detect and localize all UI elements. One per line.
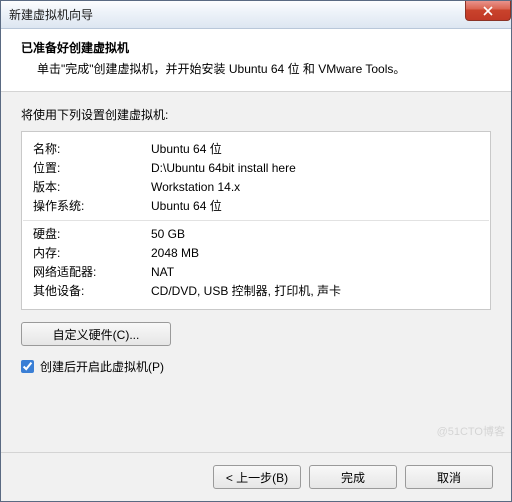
label-name: 名称: <box>33 140 151 159</box>
label-memory: 内存: <box>33 244 151 263</box>
row-version: 版本:Workstation 14.x <box>23 178 489 197</box>
value-location: D:\Ubuntu 64bit install here <box>151 159 479 178</box>
row-location: 位置:D:\Ubuntu 64bit install here <box>23 159 489 178</box>
titlebar: 新建虚拟机向导 <box>1 1 511 29</box>
finish-button[interactable]: 完成 <box>309 465 397 489</box>
wizard-window: 新建虚拟机向导 已准备好创建虚拟机 单击"完成"创建虚拟机，并开始安装 Ubun… <box>0 0 512 502</box>
back-button[interactable]: < 上一步(B) <box>213 465 301 489</box>
cancel-button[interactable]: 取消 <box>405 465 493 489</box>
wizard-body: 将使用下列设置创建虚拟机: 名称:Ubuntu 64 位 位置:D:\Ubunt… <box>1 92 511 453</box>
label-disk: 硬盘: <box>33 225 151 244</box>
label-location: 位置: <box>33 159 151 178</box>
label-other: 其他设备: <box>33 282 151 301</box>
window-title: 新建虚拟机向导 <box>9 6 93 23</box>
value-memory: 2048 MB <box>151 244 479 263</box>
value-version: Workstation 14.x <box>151 178 479 197</box>
row-memory: 内存:2048 MB <box>23 244 489 263</box>
row-disk: 硬盘:50 GB <box>23 225 489 244</box>
value-network: NAT <box>151 263 479 282</box>
value-disk: 50 GB <box>151 225 479 244</box>
header-title: 已准备好创建虚拟机 <box>21 39 491 56</box>
value-name: Ubuntu 64 位 <box>151 140 479 159</box>
settings-panel: 名称:Ubuntu 64 位 位置:D:\Ubuntu 64bit instal… <box>21 131 491 310</box>
row-other: 其他设备:CD/DVD, USB 控制器, 打印机, 声卡 <box>23 282 489 301</box>
power-on-label: 创建后开启此虚拟机(P) <box>40 358 164 375</box>
header-subtitle: 单击"完成"创建虚拟机，并开始安装 Ubuntu 64 位 和 VMware T… <box>21 60 491 77</box>
close-icon <box>483 6 493 16</box>
label-os: 操作系统: <box>33 197 151 216</box>
close-button[interactable] <box>465 1 511 21</box>
row-os: 操作系统:Ubuntu 64 位 <box>23 197 489 216</box>
customize-hardware-button[interactable]: 自定义硬件(C)... <box>21 322 171 346</box>
wizard-footer: < 上一步(B) 完成 取消 <box>1 453 511 501</box>
label-version: 版本: <box>33 178 151 197</box>
row-name: 名称:Ubuntu 64 位 <box>23 140 489 159</box>
power-on-checkbox[interactable] <box>21 360 34 373</box>
power-on-checkbox-row: 创建后开启此虚拟机(P) <box>21 358 491 375</box>
value-os: Ubuntu 64 位 <box>151 197 479 216</box>
row-network: 网络适配器:NAT <box>23 263 489 282</box>
divider <box>23 220 489 221</box>
value-other: CD/DVD, USB 控制器, 打印机, 声卡 <box>151 282 479 301</box>
wizard-header: 已准备好创建虚拟机 单击"完成"创建虚拟机，并开始安装 Ubuntu 64 位 … <box>1 29 511 92</box>
settings-lead: 将使用下列设置创建虚拟机: <box>21 106 491 123</box>
label-network: 网络适配器: <box>33 263 151 282</box>
